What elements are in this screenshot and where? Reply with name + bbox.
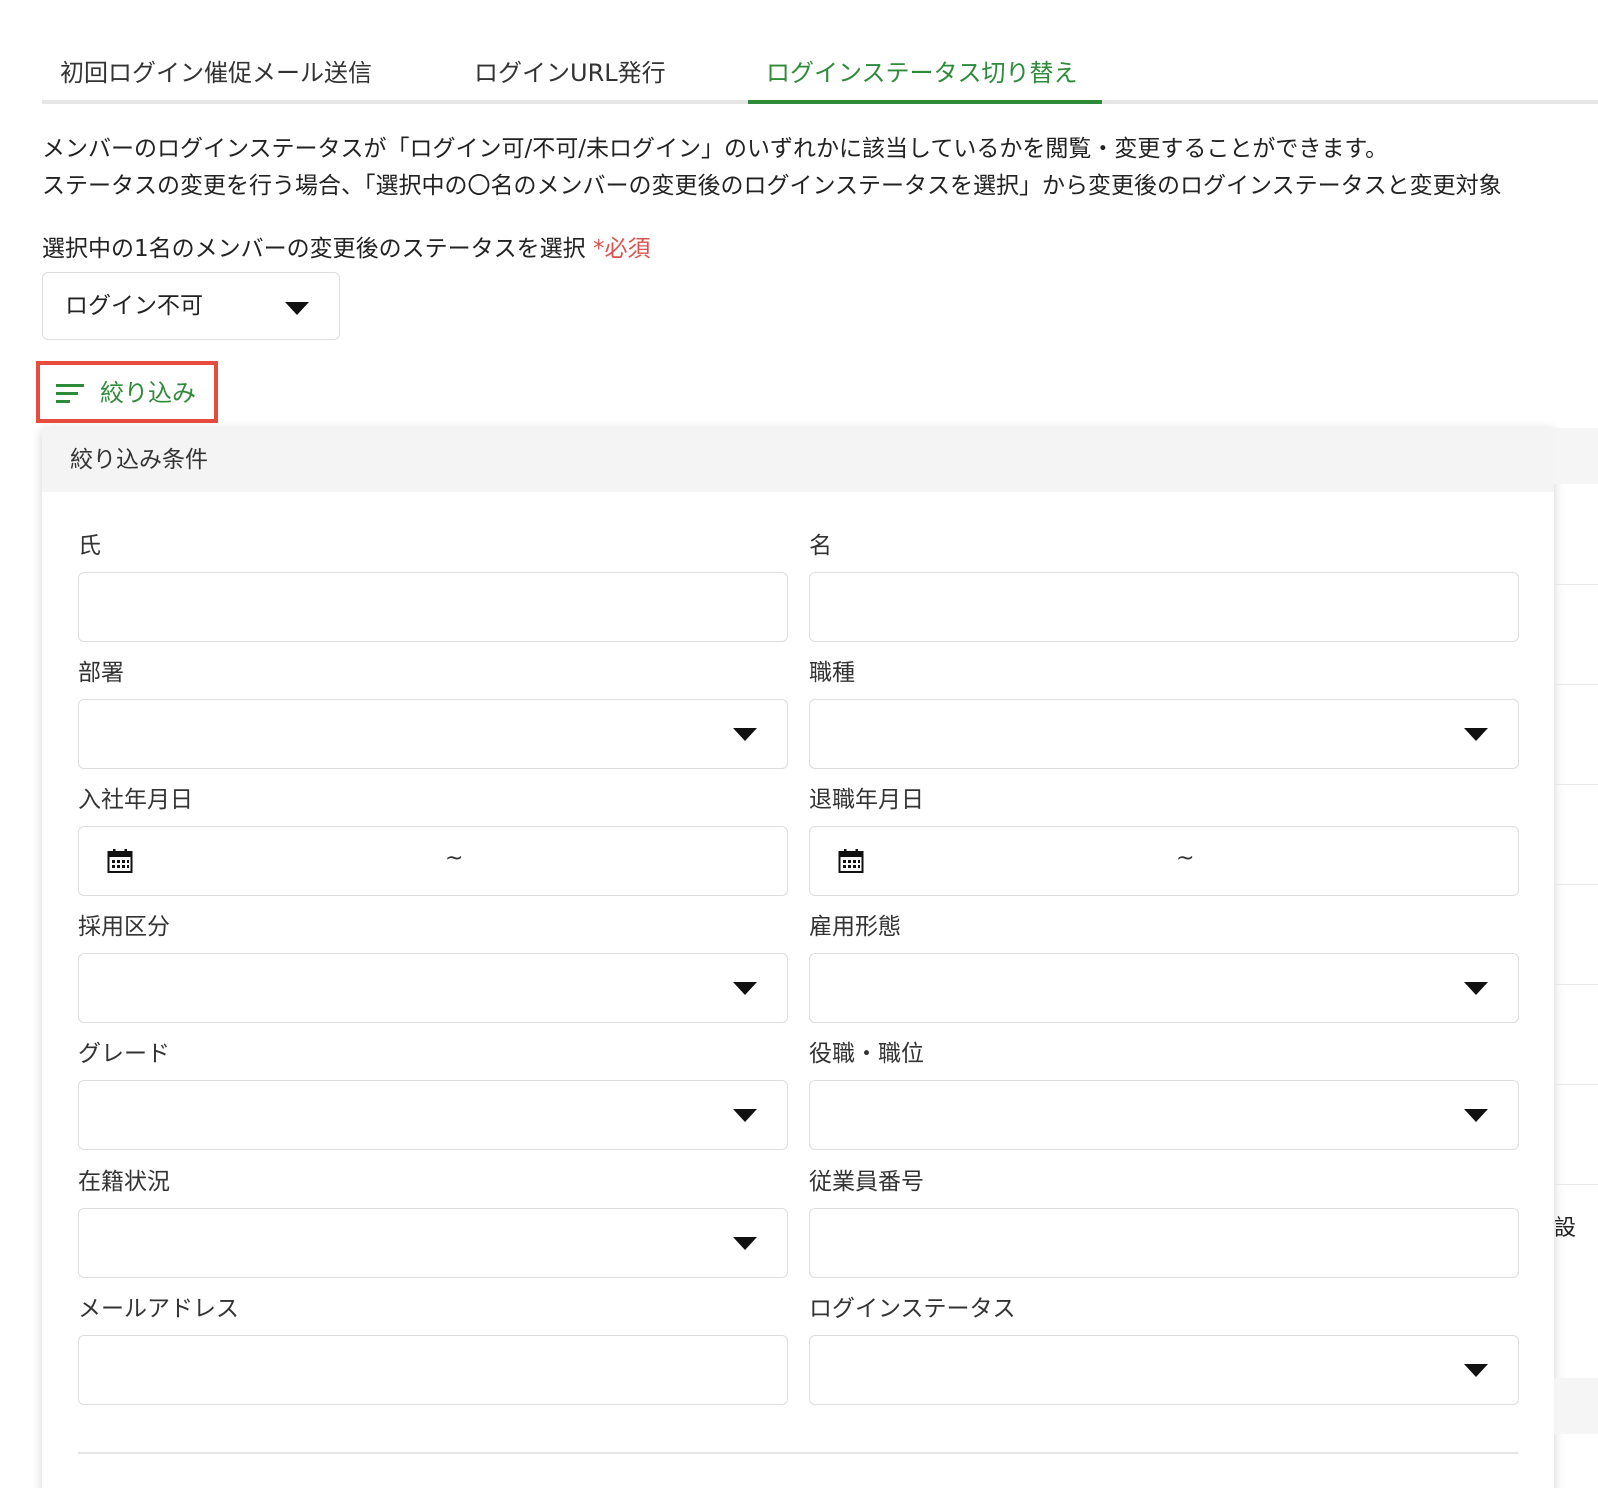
background-row-divider bbox=[1554, 884, 1598, 885]
background-row-divider bbox=[1554, 984, 1598, 985]
background-row-divider bbox=[1554, 684, 1598, 685]
tab-login-url-issue[interactable]: ログインURL発行 bbox=[474, 58, 666, 88]
email-label: メールアドレス bbox=[78, 1296, 239, 1322]
grade-label: グレード bbox=[78, 1041, 170, 1067]
date-range-separator: ~ bbox=[445, 846, 464, 871]
status-select-label-text: 選択中の1名のメンバーの変更後のステータスを選択 bbox=[42, 236, 586, 262]
filter-icon bbox=[56, 384, 86, 404]
background-row-divider bbox=[1554, 1184, 1598, 1185]
description-line-2: ステータスの変更を行う場合、「選択中の〇名のメンバーの変更後のログインステータス… bbox=[42, 173, 1502, 199]
hire-date-label: 入社年月日 bbox=[78, 787, 193, 813]
position-select[interactable] bbox=[809, 1080, 1519, 1150]
background-row-divider bbox=[1554, 584, 1598, 585]
caret-down-icon bbox=[733, 1237, 757, 1250]
position-label: 役職・職位 bbox=[809, 1041, 924, 1067]
login-status-label: ログインステータス bbox=[809, 1296, 1016, 1322]
caret-down-icon bbox=[1464, 728, 1488, 741]
tab-first-login-reminder[interactable]: 初回ログイン催促メール送信 bbox=[60, 58, 372, 88]
caret-down-icon bbox=[733, 1109, 757, 1122]
tab-login-status-switch[interactable]: ログインステータス切り替え bbox=[766, 58, 1078, 88]
background-row-divider bbox=[1554, 784, 1598, 785]
grade-select[interactable] bbox=[78, 1080, 788, 1150]
calendar-icon[interactable] bbox=[838, 848, 864, 874]
calendar-icon[interactable] bbox=[107, 848, 133, 874]
employee-number-label: 従業員番号 bbox=[809, 1169, 924, 1195]
status-select[interactable]: ログイン不可 bbox=[42, 272, 340, 340]
background-cell-text: 設 bbox=[1554, 1216, 1577, 1241]
hiring-type-label: 採用区分 bbox=[78, 914, 170, 940]
filter-panel-header: 絞り込み条件 bbox=[42, 428, 1554, 492]
job-type-label: 職種 bbox=[809, 660, 855, 686]
caret-down-icon bbox=[1464, 1364, 1488, 1377]
last-name-label: 氏 bbox=[78, 533, 101, 559]
enrollment-status-select[interactable] bbox=[78, 1208, 788, 1278]
description-line-1: メンバーのログインステータスが「ログイン可/不可/未ログイン」のいずれかに該当し… bbox=[42, 136, 1389, 162]
enrollment-status-label: 在籍状況 bbox=[78, 1169, 170, 1195]
employment-type-label: 雇用形態 bbox=[809, 914, 901, 940]
caret-down-icon bbox=[733, 728, 757, 741]
caret-down-icon bbox=[1464, 982, 1488, 995]
retire-date-range-input[interactable]: ~ bbox=[809, 826, 1519, 896]
background-table-header bbox=[1554, 428, 1598, 484]
email-input[interactable] bbox=[78, 1335, 788, 1405]
filter-button-label: 絞り込み bbox=[100, 379, 196, 407]
caret-down-icon bbox=[285, 302, 309, 315]
hire-date-range-input[interactable]: ~ bbox=[78, 826, 788, 896]
hiring-type-select[interactable] bbox=[78, 953, 788, 1023]
background-table-edge: 設 bbox=[1554, 428, 1598, 1488]
panel-divider bbox=[78, 1452, 1518, 1454]
employee-number-input[interactable] bbox=[809, 1208, 1519, 1278]
filter-panel-title: 絞り込み条件 bbox=[70, 447, 208, 473]
tab-bar: 初回ログイン催促メール送信 ログインURL発行 ログインステータス切り替え bbox=[42, 52, 1598, 104]
caret-down-icon bbox=[733, 982, 757, 995]
required-mark: *必須 bbox=[592, 236, 651, 262]
filter-button[interactable]: 絞り込み bbox=[36, 361, 218, 423]
retire-date-label: 退職年月日 bbox=[809, 787, 924, 813]
employment-type-select[interactable] bbox=[809, 953, 1519, 1023]
department-label: 部署 bbox=[78, 660, 124, 686]
department-select[interactable] bbox=[78, 699, 788, 769]
login-status-select[interactable] bbox=[809, 1335, 1519, 1405]
last-name-input[interactable] bbox=[78, 572, 788, 642]
active-tab-indicator bbox=[748, 100, 1102, 104]
first-name-label: 名 bbox=[809, 533, 832, 559]
page: 初回ログイン催促メール送信 ログインURL発行 ログインステータス切り替え メン… bbox=[0, 0, 1598, 1488]
caret-down-icon bbox=[1464, 1109, 1488, 1122]
status-select-value: ログイン不可 bbox=[65, 293, 203, 319]
job-type-select[interactable] bbox=[809, 699, 1519, 769]
first-name-input[interactable] bbox=[809, 572, 1519, 642]
background-row-shade bbox=[1554, 1378, 1598, 1434]
background-row-divider bbox=[1554, 1084, 1598, 1085]
date-range-separator: ~ bbox=[1176, 846, 1195, 871]
status-select-label: 選択中の1名のメンバーの変更後のステータスを選択 *必須 bbox=[42, 232, 650, 266]
filter-panel: 絞り込み条件 氏 名 部署 職種 入社年月日 ~ 退職年月日 ~ 採用区分 雇用… bbox=[42, 428, 1554, 1488]
description: メンバーのログインステータスが「ログイン可/不可/未ログイン」のいずれかに該当し… bbox=[42, 131, 1598, 205]
